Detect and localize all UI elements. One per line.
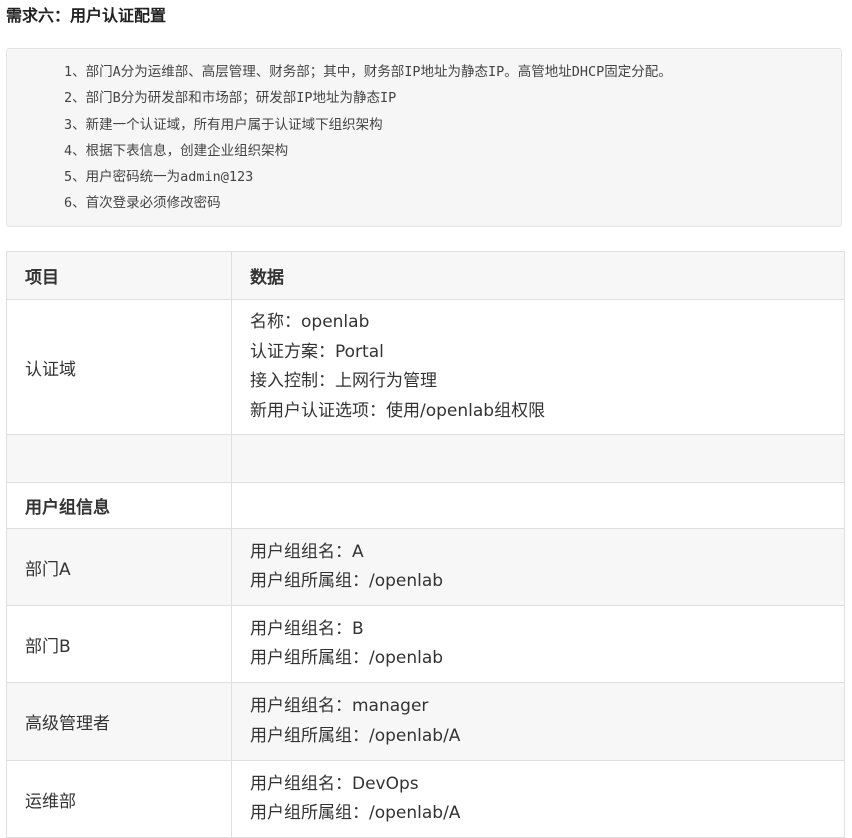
column-header-data: 数据 <box>231 251 845 300</box>
requirement-item: 3、新建一个认证域，所有用户属于认证域下组织架构 <box>64 116 383 133</box>
table-cell-data: 用户组组名：DevOps 用户组所属组：/openlab/A <box>231 760 845 838</box>
table-cell-line: 用户组所属组：/openlab <box>250 648 444 668</box>
requirement-item: 1、部门A分为运维部、高层管理、财务部；其中，财务部IP地址为静态IP。高管地址… <box>64 64 672 80</box>
table-cell-data: 用户组组名：A 用户组所属组：/openlab <box>231 528 845 606</box>
page-title: 需求六：用户认证配置 <box>6 6 167 25</box>
table-cell-line: 用户组所属组：/openlab <box>250 571 444 591</box>
table-row: 高级管理者 用户组组名：manager 用户组所属组：/openlab/A <box>6 682 845 761</box>
table-cell-line: 用户组组名：DevOps <box>250 773 419 794</box>
table-cell-line: 认证方案：Portal <box>250 341 384 362</box>
table-header-row: 项目 数据 <box>6 251 845 300</box>
requirement-item: 4、根据下表信息，创建企业组织架构 <box>64 142 289 159</box>
requirements-list: 1、部门A分为运维部、高层管理、财务部；其中，财务部IP地址为静态IP。高管地址… <box>64 59 672 217</box>
table-cell-label: 高级管理者 <box>6 682 232 761</box>
table-cell-label: 认证域 <box>6 299 232 435</box>
column-header-item: 项目 <box>6 251 232 300</box>
table-row-auth-domain: 认证域 名称：openlab 认证方案：Portal 接入控制：上网行为管理 新… <box>6 299 845 435</box>
table-cell-data: 用户组组名：manager 用户组所属组：/openlab/A <box>231 682 845 761</box>
config-table: 项目 数据 认证域 名称：openlab 认证方案：Portal 接入控制：上网… <box>6 251 845 838</box>
table-row: 部门B 用户组组名：B 用户组所属组：/openlab <box>6 605 845 683</box>
table-cell-line: 用户组所属组：/openlab/A <box>250 725 461 746</box>
table-cell-line: 用户组组名：B <box>250 618 364 639</box>
table-cell-line: 用户组所属组：/openlab/A <box>250 803 461 823</box>
table-row: 运维部 用户组组名：DevOps 用户组所属组：/openlab/A <box>6 760 845 838</box>
requirement-item: 5、用户密码统一为admin@123 <box>64 169 254 186</box>
table-cell-line: 接入控制：上网行为管理 <box>250 371 437 391</box>
table-cell-empty <box>6 434 232 483</box>
table-cell-empty <box>231 434 845 483</box>
table-cell-line: 名称：openlab <box>250 312 370 332</box>
requirement-item: 2、部门B分为研发部和市场部；研发部IP地址为静态IP <box>64 90 397 107</box>
table-cell-label: 运维部 <box>6 760 232 838</box>
table-cell-data: 名称：openlab 认证方案：Portal 接入控制：上网行为管理 新用户认证… <box>231 299 845 435</box>
requirements-box: 1、部门A分为运维部、高层管理、财务部；其中，财务部IP地址为静态IP。高管地址… <box>6 48 842 227</box>
table-cell-label: 部门A <box>6 528 232 606</box>
table-cell-line: 用户组组名：manager <box>250 696 429 716</box>
table-cell-line: 新用户认证选项：使用/openlab组权限 <box>250 400 546 421</box>
table-cell-empty <box>231 482 845 529</box>
table-cell-label: 部门B <box>6 605 232 683</box>
table-row-empty <box>6 434 845 483</box>
table-row: 部门A 用户组组名：A 用户组所属组：/openlab <box>6 528 845 606</box>
table-cell-line: 用户组组名：A <box>250 541 364 562</box>
table-cell-section-title: 用户组信息 <box>6 482 232 529</box>
table-cell-data: 用户组组名：B 用户组所属组：/openlab <box>231 605 845 683</box>
requirement-item: 6、首次登录必须修改密码 <box>64 195 221 212</box>
table-row-group-info: 用户组信息 <box>6 482 845 529</box>
